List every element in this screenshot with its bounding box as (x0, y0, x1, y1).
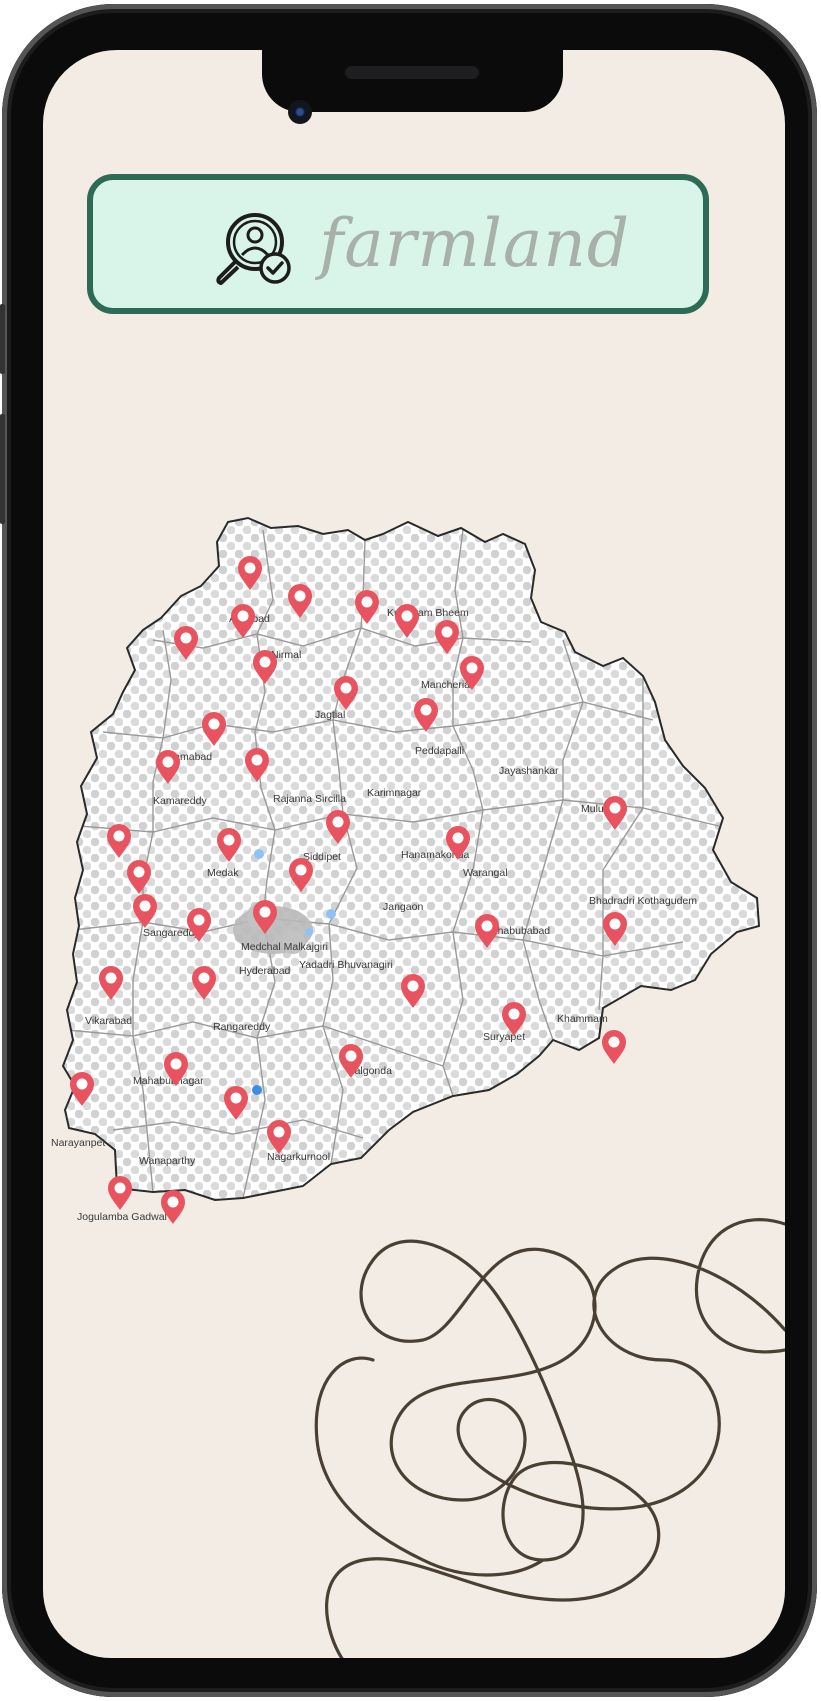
decorative-squiggle-line (314, 1218, 785, 1658)
front-camera (288, 100, 312, 124)
search-bar[interactable]: farmland (87, 174, 709, 314)
app-screen: farmland Kumuram Bheem Nirmal Mancherial… (43, 50, 785, 1658)
district-label: Hyderabad (239, 965, 291, 977)
district-label: Narayanpet (51, 1137, 105, 1149)
water-body-marker (254, 849, 264, 859)
district-label: Jayashankar (499, 765, 559, 777)
district-label: Kamareddy (153, 795, 207, 807)
district-label: Jagtial (315, 709, 345, 721)
district-label: Mahabubnagar (133, 1075, 204, 1087)
phone-side-button (0, 304, 5, 374)
phone-speaker (345, 66, 479, 79)
location-pin-icon[interactable] (602, 1030, 626, 1064)
phone-side-button (0, 414, 5, 524)
district-label: Nagarkurnool (267, 1151, 330, 1163)
district-label: Peddapalli (415, 745, 464, 757)
water-body-marker (326, 909, 336, 919)
water-body-marker (252, 1085, 262, 1095)
district-label: Warangal (463, 867, 508, 879)
district-label: Vikarabad (85, 1015, 132, 1027)
phone-frame: farmland Kumuram Bheem Nirmal Mancherial… (0, 4, 817, 1697)
district-label: Medchal Malkajgiri (241, 941, 328, 953)
district-label: Rajanna Sircilla (273, 793, 346, 805)
district-label: Yadadri Bhuvanagiri (299, 959, 393, 971)
district-label: Medak (207, 867, 239, 879)
district-label: Rangareddy (213, 1021, 271, 1033)
search-user-check-icon (216, 213, 291, 285)
district-label: Wanaparthy (139, 1155, 196, 1167)
district-label: Mancherial (421, 679, 472, 691)
search-input[interactable]: farmland (319, 202, 630, 286)
telangana-district-map: Adilabad Kumuram Bheem Nirmal Mancherial… (51, 516, 761, 1224)
district-label: Suryapet (483, 1031, 525, 1043)
district-label: Karimnagar (367, 787, 422, 799)
water-body-marker (305, 928, 313, 936)
district-label: Bhadradri Kothagudem (589, 895, 697, 907)
district-label: Jangaon (383, 901, 423, 913)
district-label: Khammam (557, 1013, 608, 1025)
